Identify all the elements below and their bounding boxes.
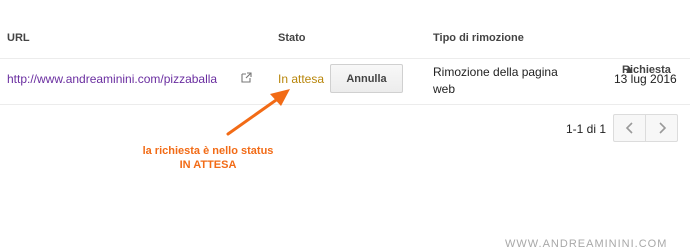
annotation-text: la richiesta è nello status IN ATTESA xyxy=(128,144,288,172)
annotation-line-1: la richiesta è nello status xyxy=(142,145,274,157)
annotation-line-2: IN ATTESA xyxy=(179,159,237,171)
watermark: WWW.ANDREAMININI.COM xyxy=(505,238,668,250)
annotation-arrow xyxy=(226,89,290,136)
